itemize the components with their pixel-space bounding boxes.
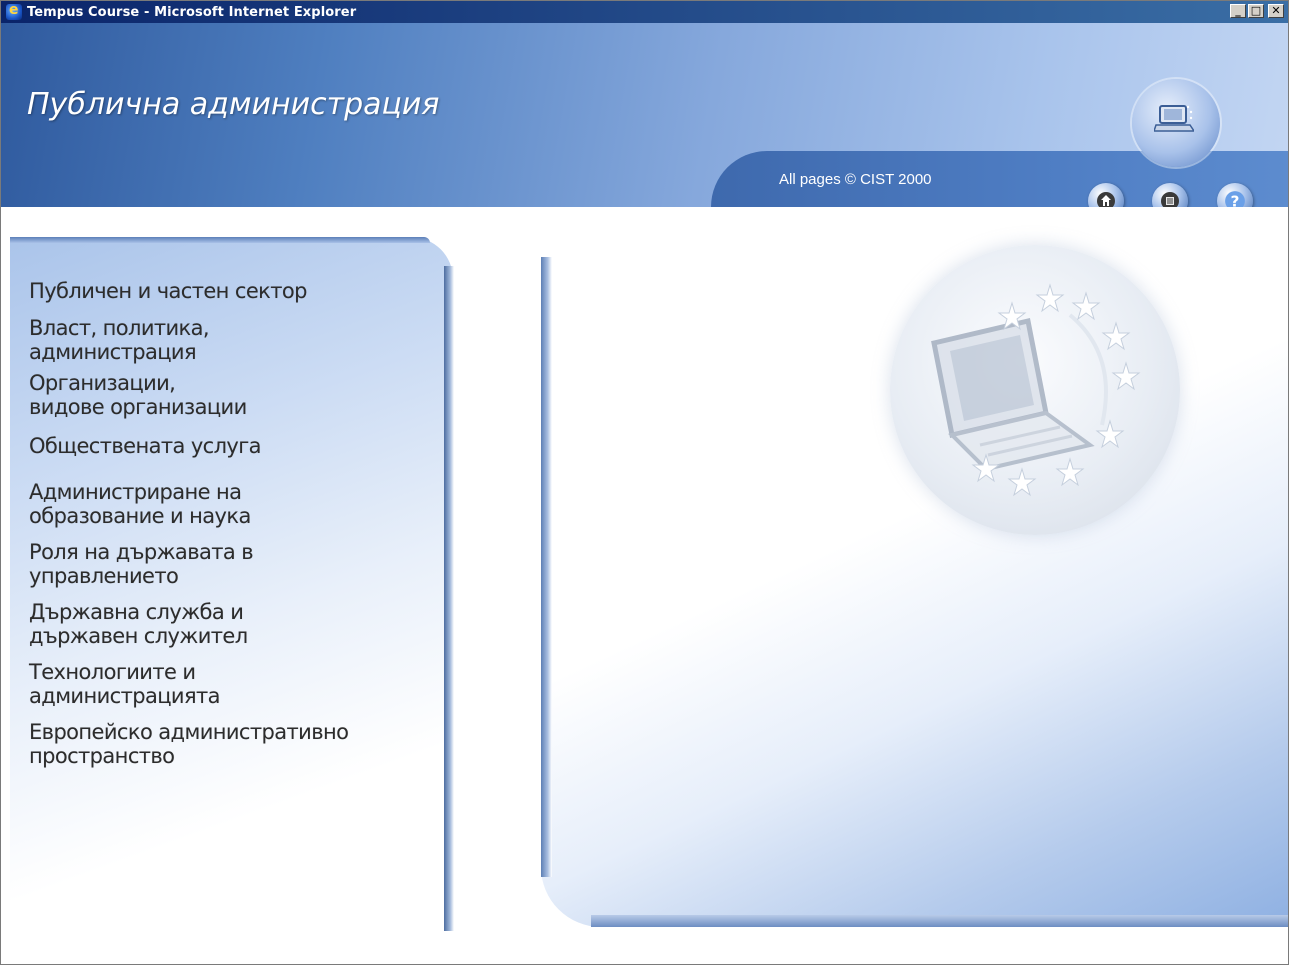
svg-text:?: ? (1231, 193, 1240, 208)
menu-item-european-administrative-space[interactable]: Европейско административно пространство (29, 720, 439, 768)
menu-item-state-role-in-governance[interactable]: Роля на държавата в управлението (29, 540, 439, 588)
laptop-logo-icon (1132, 79, 1220, 167)
internet-explorer-icon (6, 2, 22, 20)
page-header: Публична администрация All pages © CIST … (1, 23, 1288, 207)
page-title: Публична администрация (27, 87, 440, 122)
window-controls: _ □ ✕ (1230, 4, 1284, 18)
content-panel-left-edge (541, 257, 552, 877)
menu-item-public-private-sector[interactable]: Публичен и частен сектор (29, 279, 439, 303)
menu-item-public-service[interactable]: Обществената услуга (29, 434, 439, 458)
topic-menu: Публичен и частен сектор Власт, политика… (29, 279, 439, 768)
copyright-text: All pages © CIST 2000 (779, 171, 932, 188)
menu-item-power-politics-administration[interactable]: Власт, политика, администрация (29, 316, 439, 364)
menu-panel-right-edge (444, 266, 454, 931)
minimize-button[interactable]: _ (1230, 4, 1246, 18)
browser-window: Tempus Course - Microsoft Internet Explo… (0, 0, 1289, 965)
maximize-button[interactable]: □ (1248, 4, 1264, 18)
close-button[interactable]: ✕ (1268, 4, 1284, 18)
menu-item-organizations[interactable]: Организации, видове организации (29, 371, 439, 419)
menu-panel-top-edge (10, 237, 430, 243)
content-panel-bottom-edge (591, 915, 1288, 927)
menu-item-education-science-administration[interactable]: Администриране на образование и наука (29, 480, 439, 528)
menu-item-civil-service[interactable]: Държавна служба и държавен служител (29, 600, 439, 648)
menu-item-technologies-administration[interactable]: Технологиите и администрацията (29, 660, 439, 708)
title-bar: Tempus Course - Microsoft Internet Explo… (1, 1, 1288, 23)
laptop-stars-emblem-icon (890, 245, 1180, 535)
window-title: Tempus Course - Microsoft Internet Explo… (27, 4, 357, 20)
